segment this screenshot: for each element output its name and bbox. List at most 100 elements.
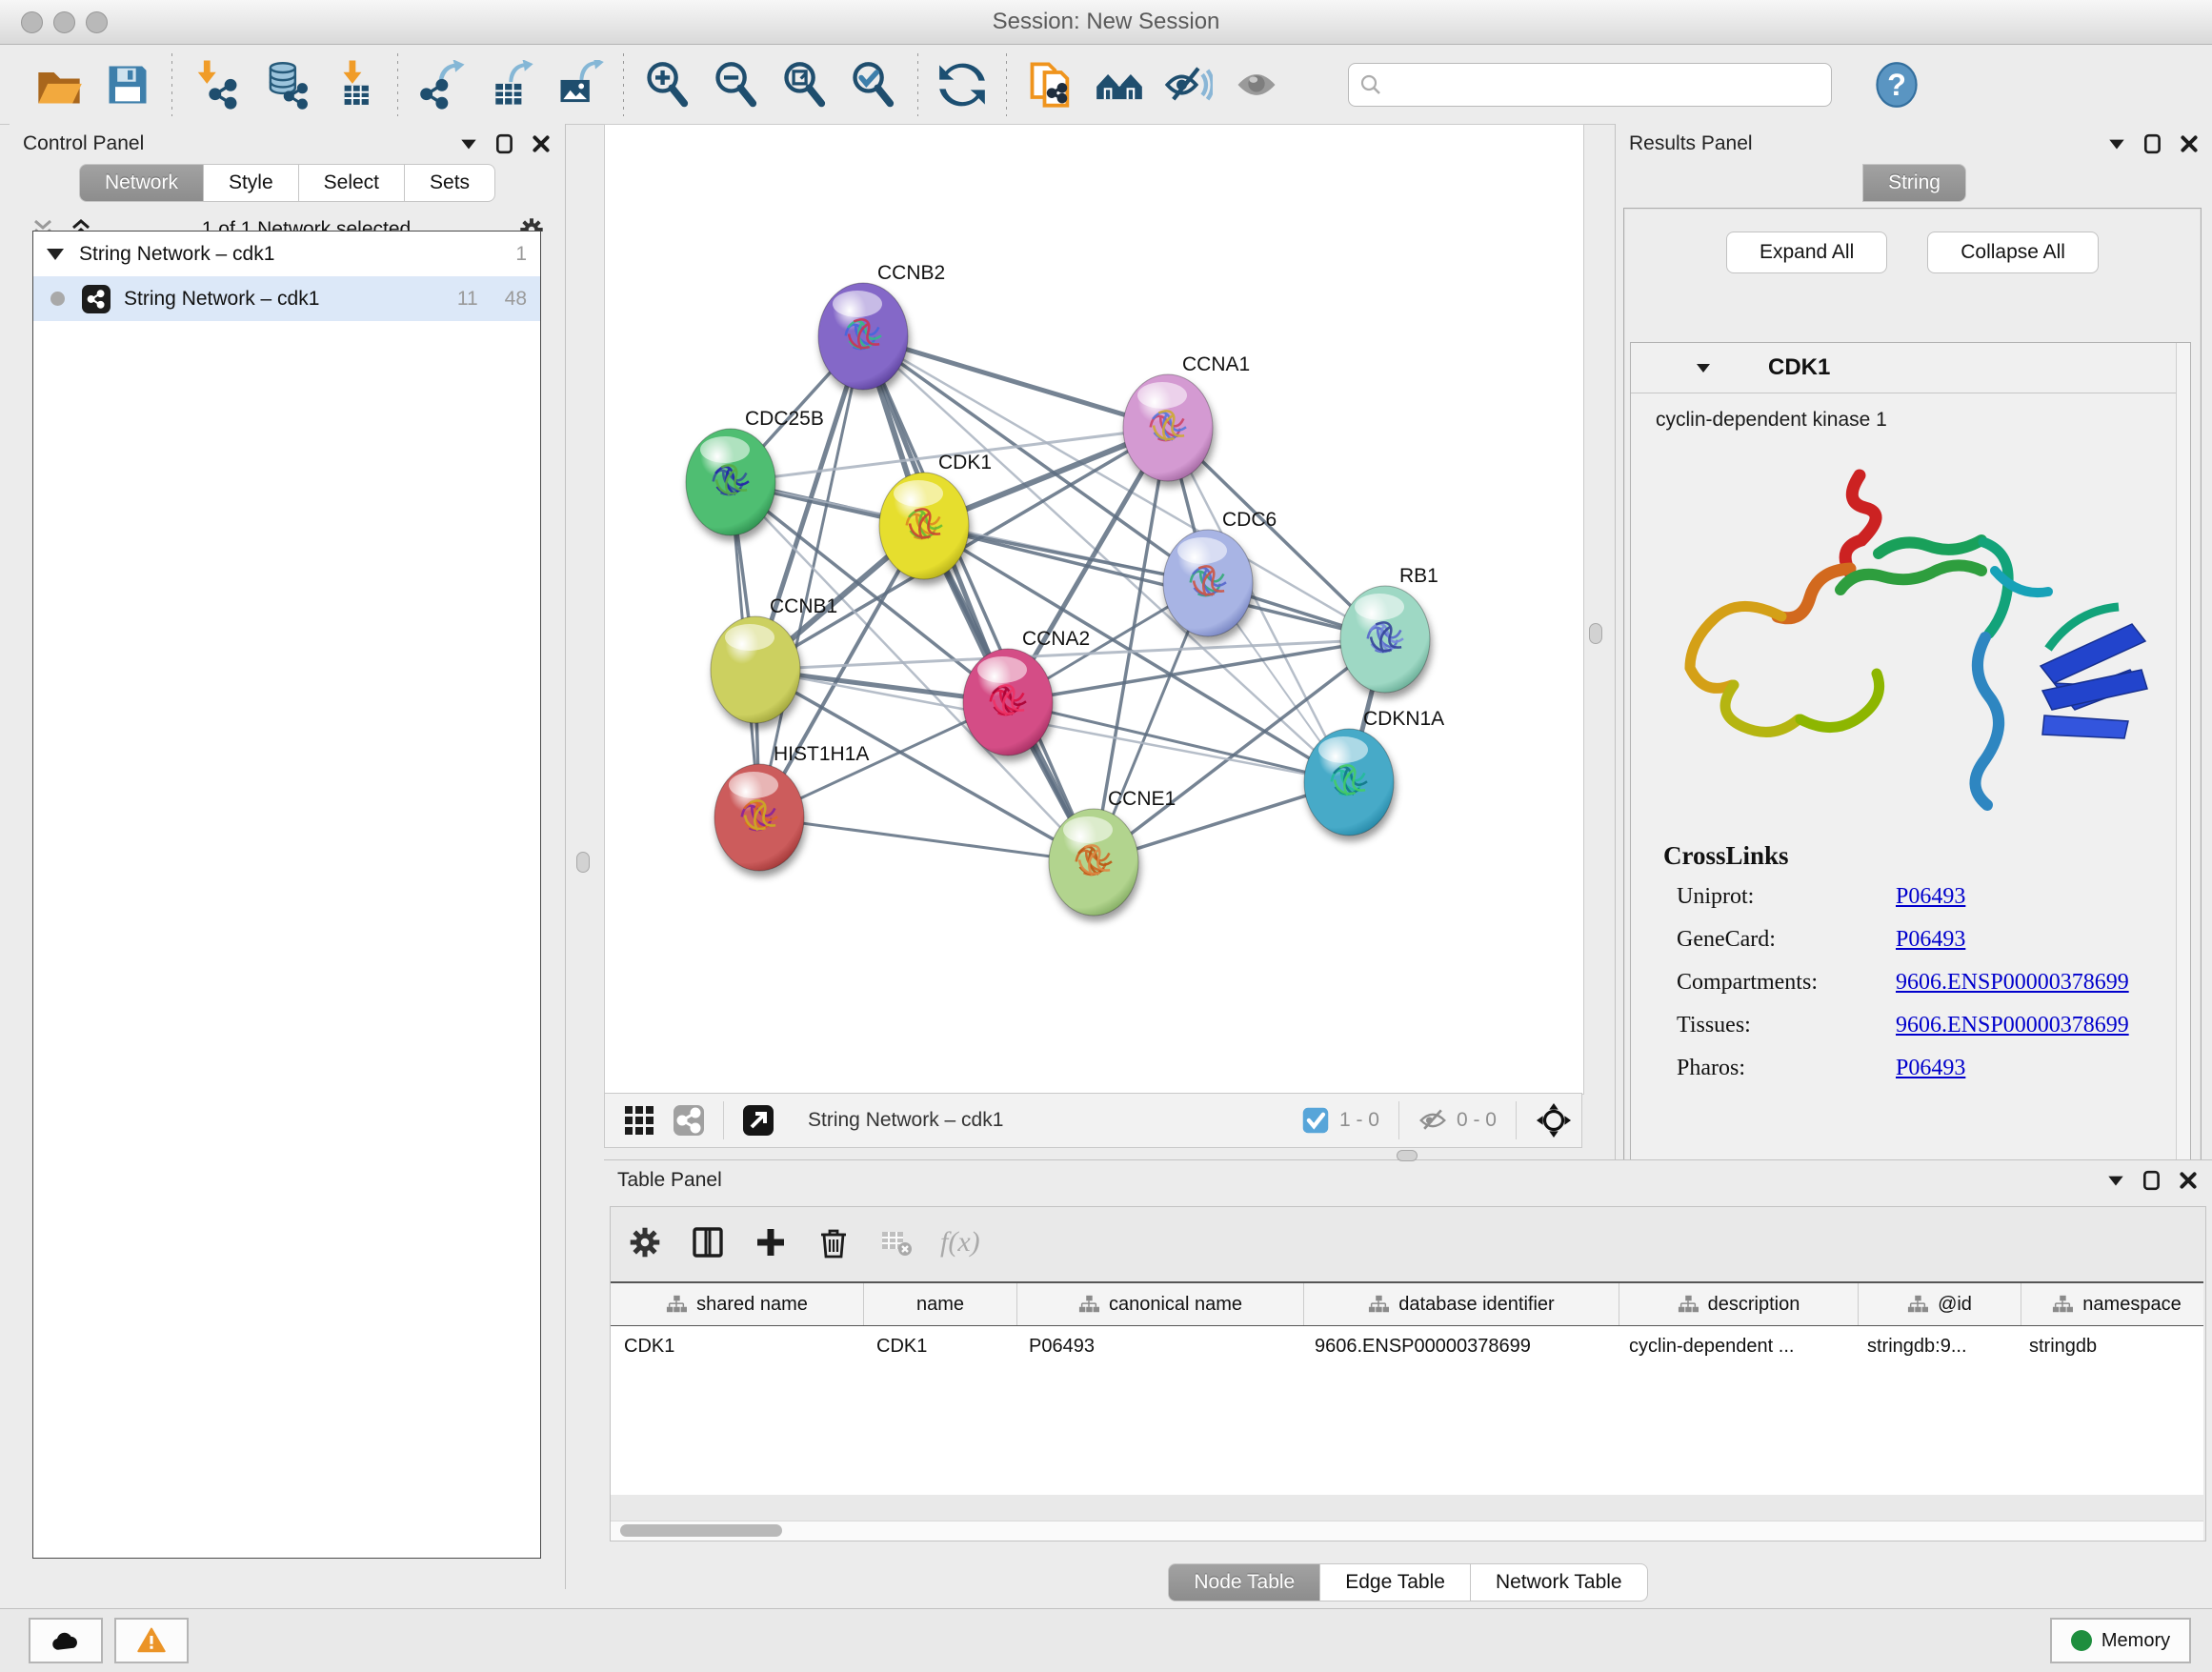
column-header-description[interactable]: description bbox=[1619, 1283, 1859, 1325]
birdseye-view-icon[interactable] bbox=[1536, 1102, 1572, 1138]
zoom-selected-button[interactable] bbox=[847, 58, 900, 111]
tab-network[interactable]: Network bbox=[79, 164, 204, 202]
panel-menu-icon[interactable] bbox=[2106, 133, 2127, 154]
export-network-button[interactable] bbox=[415, 58, 469, 111]
network-node-cdkn1a[interactable]: CDKN1A bbox=[1304, 708, 1444, 836]
vertical-splitter-handle[interactable] bbox=[576, 852, 590, 873]
panel-close-icon[interactable] bbox=[2178, 1170, 2199, 1191]
zoom-fit-button[interactable] bbox=[778, 58, 832, 111]
hidden-eye-icon[interactable] bbox=[1418, 1106, 1447, 1135]
tab-style[interactable]: Style bbox=[204, 164, 299, 202]
node-label: CCNB2 bbox=[877, 262, 945, 284]
warnings-button[interactable] bbox=[114, 1618, 189, 1663]
crosslink-link[interactable]: P06493 bbox=[1896, 927, 1965, 953]
network-node-ccna1[interactable]: CCNA1 bbox=[1123, 353, 1250, 481]
vertical-splitter-handle[interactable] bbox=[1589, 623, 1602, 644]
table-horizontal-scrollbar[interactable] bbox=[611, 1521, 2203, 1541]
table-cell[interactable]: P06493 bbox=[1016, 1336, 1301, 1358]
tab-sets[interactable]: Sets bbox=[405, 164, 495, 202]
table-options-gear-icon[interactable] bbox=[626, 1223, 664, 1261]
selected-checkbox-icon[interactable] bbox=[1301, 1106, 1330, 1135]
column-header-id[interactable]: @id bbox=[1859, 1283, 2021, 1325]
zoom-in-button[interactable] bbox=[641, 58, 694, 111]
crosslink-link[interactable]: 9606.ENSP00000378699 bbox=[1896, 970, 2129, 996]
edge-count: 48 bbox=[505, 288, 527, 311]
show-all-button[interactable] bbox=[1230, 58, 1283, 111]
column-header-shared-name[interactable]: shared name bbox=[611, 1283, 864, 1325]
export-table-button[interactable] bbox=[484, 58, 537, 111]
expand-all-button[interactable]: Expand All bbox=[1726, 232, 1887, 273]
help-button[interactable] bbox=[1870, 58, 1923, 111]
show-columns-icon[interactable] bbox=[689, 1223, 727, 1261]
import-network-from-database-button[interactable] bbox=[258, 58, 312, 111]
table-cell[interactable]: CDK1 bbox=[611, 1336, 863, 1358]
network-edge[interactable] bbox=[759, 817, 1094, 862]
table-row[interactable]: CDK1CDK1P064939606.ENSP00000378699cyclin… bbox=[611, 1326, 2203, 1366]
import-table-button[interactable] bbox=[327, 58, 380, 111]
tab-network-table[interactable]: Network Table bbox=[1471, 1563, 1648, 1601]
network-badge-icon[interactable] bbox=[670, 1101, 708, 1139]
column-header-canonical-name[interactable]: canonical name bbox=[1017, 1283, 1304, 1325]
protein-collapse-icon[interactable] bbox=[1694, 358, 1713, 377]
panel-float-icon[interactable] bbox=[2142, 133, 2163, 154]
crosslink-link[interactable]: P06493 bbox=[1896, 884, 1965, 910]
panel-menu-icon[interactable] bbox=[458, 133, 479, 154]
column-type-icon bbox=[2052, 1294, 2073, 1315]
toolbar-separator bbox=[1398, 1101, 1399, 1139]
table-cell[interactable]: stringdb bbox=[2016, 1336, 2206, 1358]
network-node-rb1[interactable]: RB1 bbox=[1340, 565, 1438, 693]
delete-column-icon[interactable] bbox=[814, 1223, 853, 1261]
panel-float-icon[interactable] bbox=[2142, 1170, 2162, 1191]
table-cell[interactable]: stringdb:9... bbox=[1854, 1336, 2016, 1358]
memory-button[interactable]: Memory bbox=[2050, 1618, 2191, 1663]
network-edge[interactable] bbox=[863, 336, 1168, 428]
refresh-button[interactable] bbox=[935, 58, 989, 111]
home-button[interactable] bbox=[1093, 58, 1146, 111]
copy-style-button[interactable] bbox=[1024, 58, 1077, 111]
panel-float-icon[interactable] bbox=[494, 133, 515, 154]
tab-edge-table[interactable]: Edge Table bbox=[1320, 1563, 1471, 1601]
network-row[interactable]: String Network – cdk1 11 48 bbox=[33, 276, 540, 321]
panel-close-icon[interactable] bbox=[2179, 133, 2200, 154]
export-image-button[interactable] bbox=[553, 58, 606, 111]
hide-selected-button[interactable] bbox=[1161, 58, 1215, 111]
collection-expand-icon[interactable] bbox=[47, 249, 64, 260]
scrollbar-thumb[interactable] bbox=[620, 1524, 782, 1537]
card-scrollbar[interactable] bbox=[2176, 343, 2190, 1219]
tab-node-table[interactable]: Node Table bbox=[1168, 1563, 1320, 1601]
column-header-namespace[interactable]: namespace bbox=[2021, 1283, 2212, 1325]
network-node-ccnb2[interactable]: CCNB2 bbox=[818, 262, 945, 390]
collapse-all-button[interactable]: Collapse All bbox=[1927, 232, 2099, 273]
network-view-canvas[interactable]: CCNB2CCNA1CDC25BCDK1CDC6RB1CCNB1CCNA2CDK… bbox=[604, 124, 1584, 1095]
network-node-hist1h1a[interactable]: HIST1H1A bbox=[714, 743, 869, 871]
cloud-button[interactable] bbox=[29, 1618, 103, 1663]
crosslink-link[interactable]: P06493 bbox=[1896, 1056, 1965, 1081]
add-column-icon[interactable] bbox=[752, 1223, 790, 1261]
horizontal-splitter-handle[interactable] bbox=[1397, 1150, 1418, 1161]
import-network-button[interactable] bbox=[190, 58, 243, 111]
tab-string[interactable]: String bbox=[1862, 164, 1966, 202]
table-cell[interactable]: CDK1 bbox=[863, 1336, 1016, 1358]
grid-view-icon[interactable] bbox=[620, 1101, 658, 1139]
open-session-button[interactable] bbox=[32, 58, 86, 111]
search-input[interactable] bbox=[1391, 72, 1821, 97]
column-header-database-identifier[interactable]: database identifier bbox=[1304, 1283, 1619, 1325]
column-header-name[interactable]: name bbox=[864, 1283, 1017, 1325]
table-cell[interactable]: 9606.ENSP00000378699 bbox=[1301, 1336, 1616, 1358]
network-node-cdk1[interactable]: CDK1 bbox=[879, 452, 992, 579]
protein-description: cyclin-dependent kinase 1 bbox=[1631, 393, 2190, 441]
panel-close-icon[interactable] bbox=[531, 133, 552, 154]
network-edge[interactable] bbox=[1008, 702, 1349, 782]
table-cell[interactable]: cyclin-dependent ... bbox=[1616, 1336, 1854, 1358]
tab-select[interactable]: Select bbox=[299, 164, 405, 202]
save-session-button[interactable] bbox=[101, 58, 154, 111]
detach-view-icon[interactable] bbox=[739, 1101, 777, 1139]
table-panel: Table Panel f(x) shared namenamecanonica… bbox=[604, 1159, 2212, 1603]
panel-menu-icon[interactable] bbox=[2105, 1170, 2126, 1191]
protein-name: CDK1 bbox=[1768, 354, 1830, 381]
crosslink-link[interactable]: 9606.ENSP00000378699 bbox=[1896, 1013, 2129, 1038]
node-label: HIST1H1A bbox=[774, 743, 869, 765]
network-collection-row[interactable]: String Network – cdk1 1 bbox=[33, 232, 540, 276]
zoom-out-button[interactable] bbox=[710, 58, 763, 111]
network-edge[interactable] bbox=[863, 336, 1094, 862]
